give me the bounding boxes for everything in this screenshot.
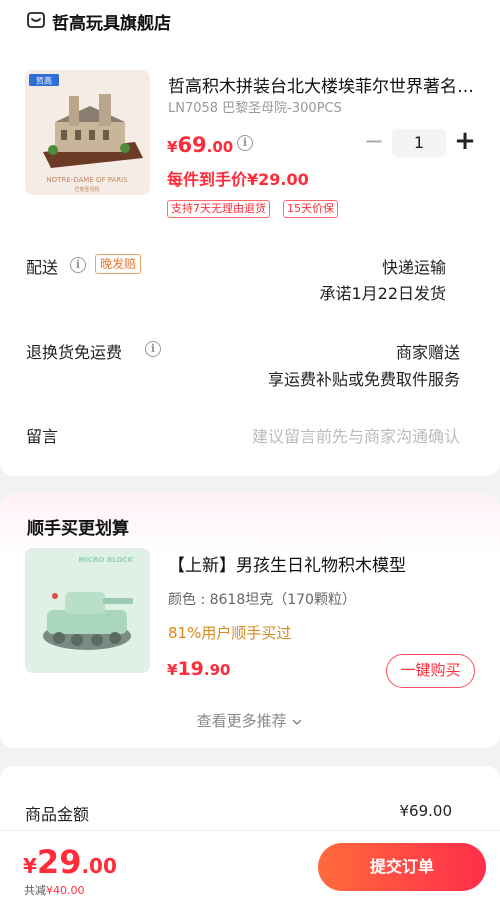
total-symbol: ¥	[23, 854, 37, 878]
recommendation-image[interactable]: MICRO BLOCK	[25, 548, 150, 673]
return-shipping-value: 商家赠送	[395, 343, 460, 362]
recommendation-brand-logo: MICRO BLOCK	[78, 556, 133, 564]
product-image-caption: NOTRE-DAME OF PARIS	[46, 176, 128, 184]
product-spec[interactable]: LN7058 巴黎圣母院-300PCS	[168, 97, 342, 116]
price-info-icon[interactable]: i	[237, 135, 253, 151]
total-decimal: .00	[81, 854, 117, 878]
return-shipping-label: 退换货免运费	[26, 343, 123, 362]
delivery-label: 配送	[26, 258, 59, 277]
price-integer: 19	[177, 658, 204, 680]
recommendation-name[interactable]: 【上新】男孩生日礼物积木模型	[168, 551, 406, 576]
price-decimal: .90	[203, 661, 231, 679]
notre-dame-model-illustration: 哲高 NOTRE-DAME OF PARIS 巴黎圣母院	[25, 70, 150, 195]
recommendation-price: ¥19.90	[167, 658, 230, 680]
recommendation-title: 顺手买更划算	[27, 519, 129, 539]
total-price: ¥29.00	[23, 843, 117, 881]
delivery-method: 快递运输	[381, 258, 446, 277]
product-price: ¥69.00	[167, 133, 233, 157]
message-label: 留言	[26, 427, 59, 446]
delivery-promise: 承诺1月22日发货	[319, 284, 446, 303]
price-integer: 69	[177, 133, 207, 157]
see-more-label: 查看更多推荐	[196, 712, 287, 730]
product-brand-logo: 哲高	[36, 76, 52, 86]
checkout-bar: ¥29.00 共减¥40.00 提交订单	[0, 830, 500, 898]
quantity-input[interactable]: 1	[392, 129, 446, 157]
recommendation-spec[interactable]: 颜色 : 8618坦克（170颗粒）	[168, 589, 356, 609]
price-protection-tag[interactable]: 15天价保	[283, 200, 338, 218]
recommendation-card: 顺手买更划算 MICRO BLOCK 【上新】男孩生日礼物积木模型 颜色 : 8…	[0, 494, 500, 748]
price-symbol: ¥	[167, 138, 178, 156]
order-card: 哲高玩具旗舰店 哲高 NOTRE-DAME OF PARIS 巴黎圣母院 哲高积…	[0, 0, 500, 476]
product-image-subcaption: 巴黎圣母院	[74, 186, 99, 193]
hand-price: 每件到手价¥29.00	[167, 170, 309, 189]
shop-icon	[27, 12, 45, 28]
submit-order-button[interactable]: 提交订单	[318, 843, 486, 891]
discount-prefix: 共减	[24, 884, 46, 897]
product-title[interactable]: 哲高积木拼装台北大楼埃菲尔世界著名建筑	[168, 72, 478, 97]
product-image[interactable]: 哲高 NOTRE-DAME OF PARIS 巴黎圣母院	[25, 70, 150, 195]
see-more-recommendations-link[interactable]: 查看更多推荐	[0, 710, 500, 731]
price-decimal: .00	[206, 138, 234, 156]
discount-amount: ¥40.00	[46, 884, 85, 897]
return-policy-tag[interactable]: 支持7天无理由退货	[167, 200, 270, 218]
price-symbol: ¥	[167, 661, 178, 679]
goods-amount-label: 商品金额	[25, 805, 90, 824]
chevron-down-icon	[292, 718, 302, 725]
quantity-increase-button[interactable]: +	[454, 127, 476, 155]
one-click-buy-button[interactable]: 一键购买	[386, 654, 475, 688]
total-discount[interactable]: 共减¥40.00	[24, 882, 85, 898]
quantity-decrease-button[interactable]: −	[364, 129, 384, 155]
message-input[interactable]: 建议留言前先与商家沟通确认	[252, 423, 460, 447]
return-shipping-detail: 享运费补贴或免费取件服务	[267, 370, 460, 389]
delivery-info-icon[interactable]: i	[70, 257, 86, 273]
total-integer: 29	[36, 843, 82, 881]
shop-name[interactable]: 哲高玩具旗舰店	[52, 9, 171, 34]
return-shipping-info-icon[interactable]: i	[145, 341, 161, 357]
recommendation-bought-rate: 81%用户顺手买过	[168, 624, 292, 642]
tank-model-illustration: MICRO BLOCK	[25, 548, 150, 673]
late-shipping-badge[interactable]: 晚发赔	[95, 254, 142, 274]
goods-amount-value: ¥69.00	[399, 802, 453, 820]
